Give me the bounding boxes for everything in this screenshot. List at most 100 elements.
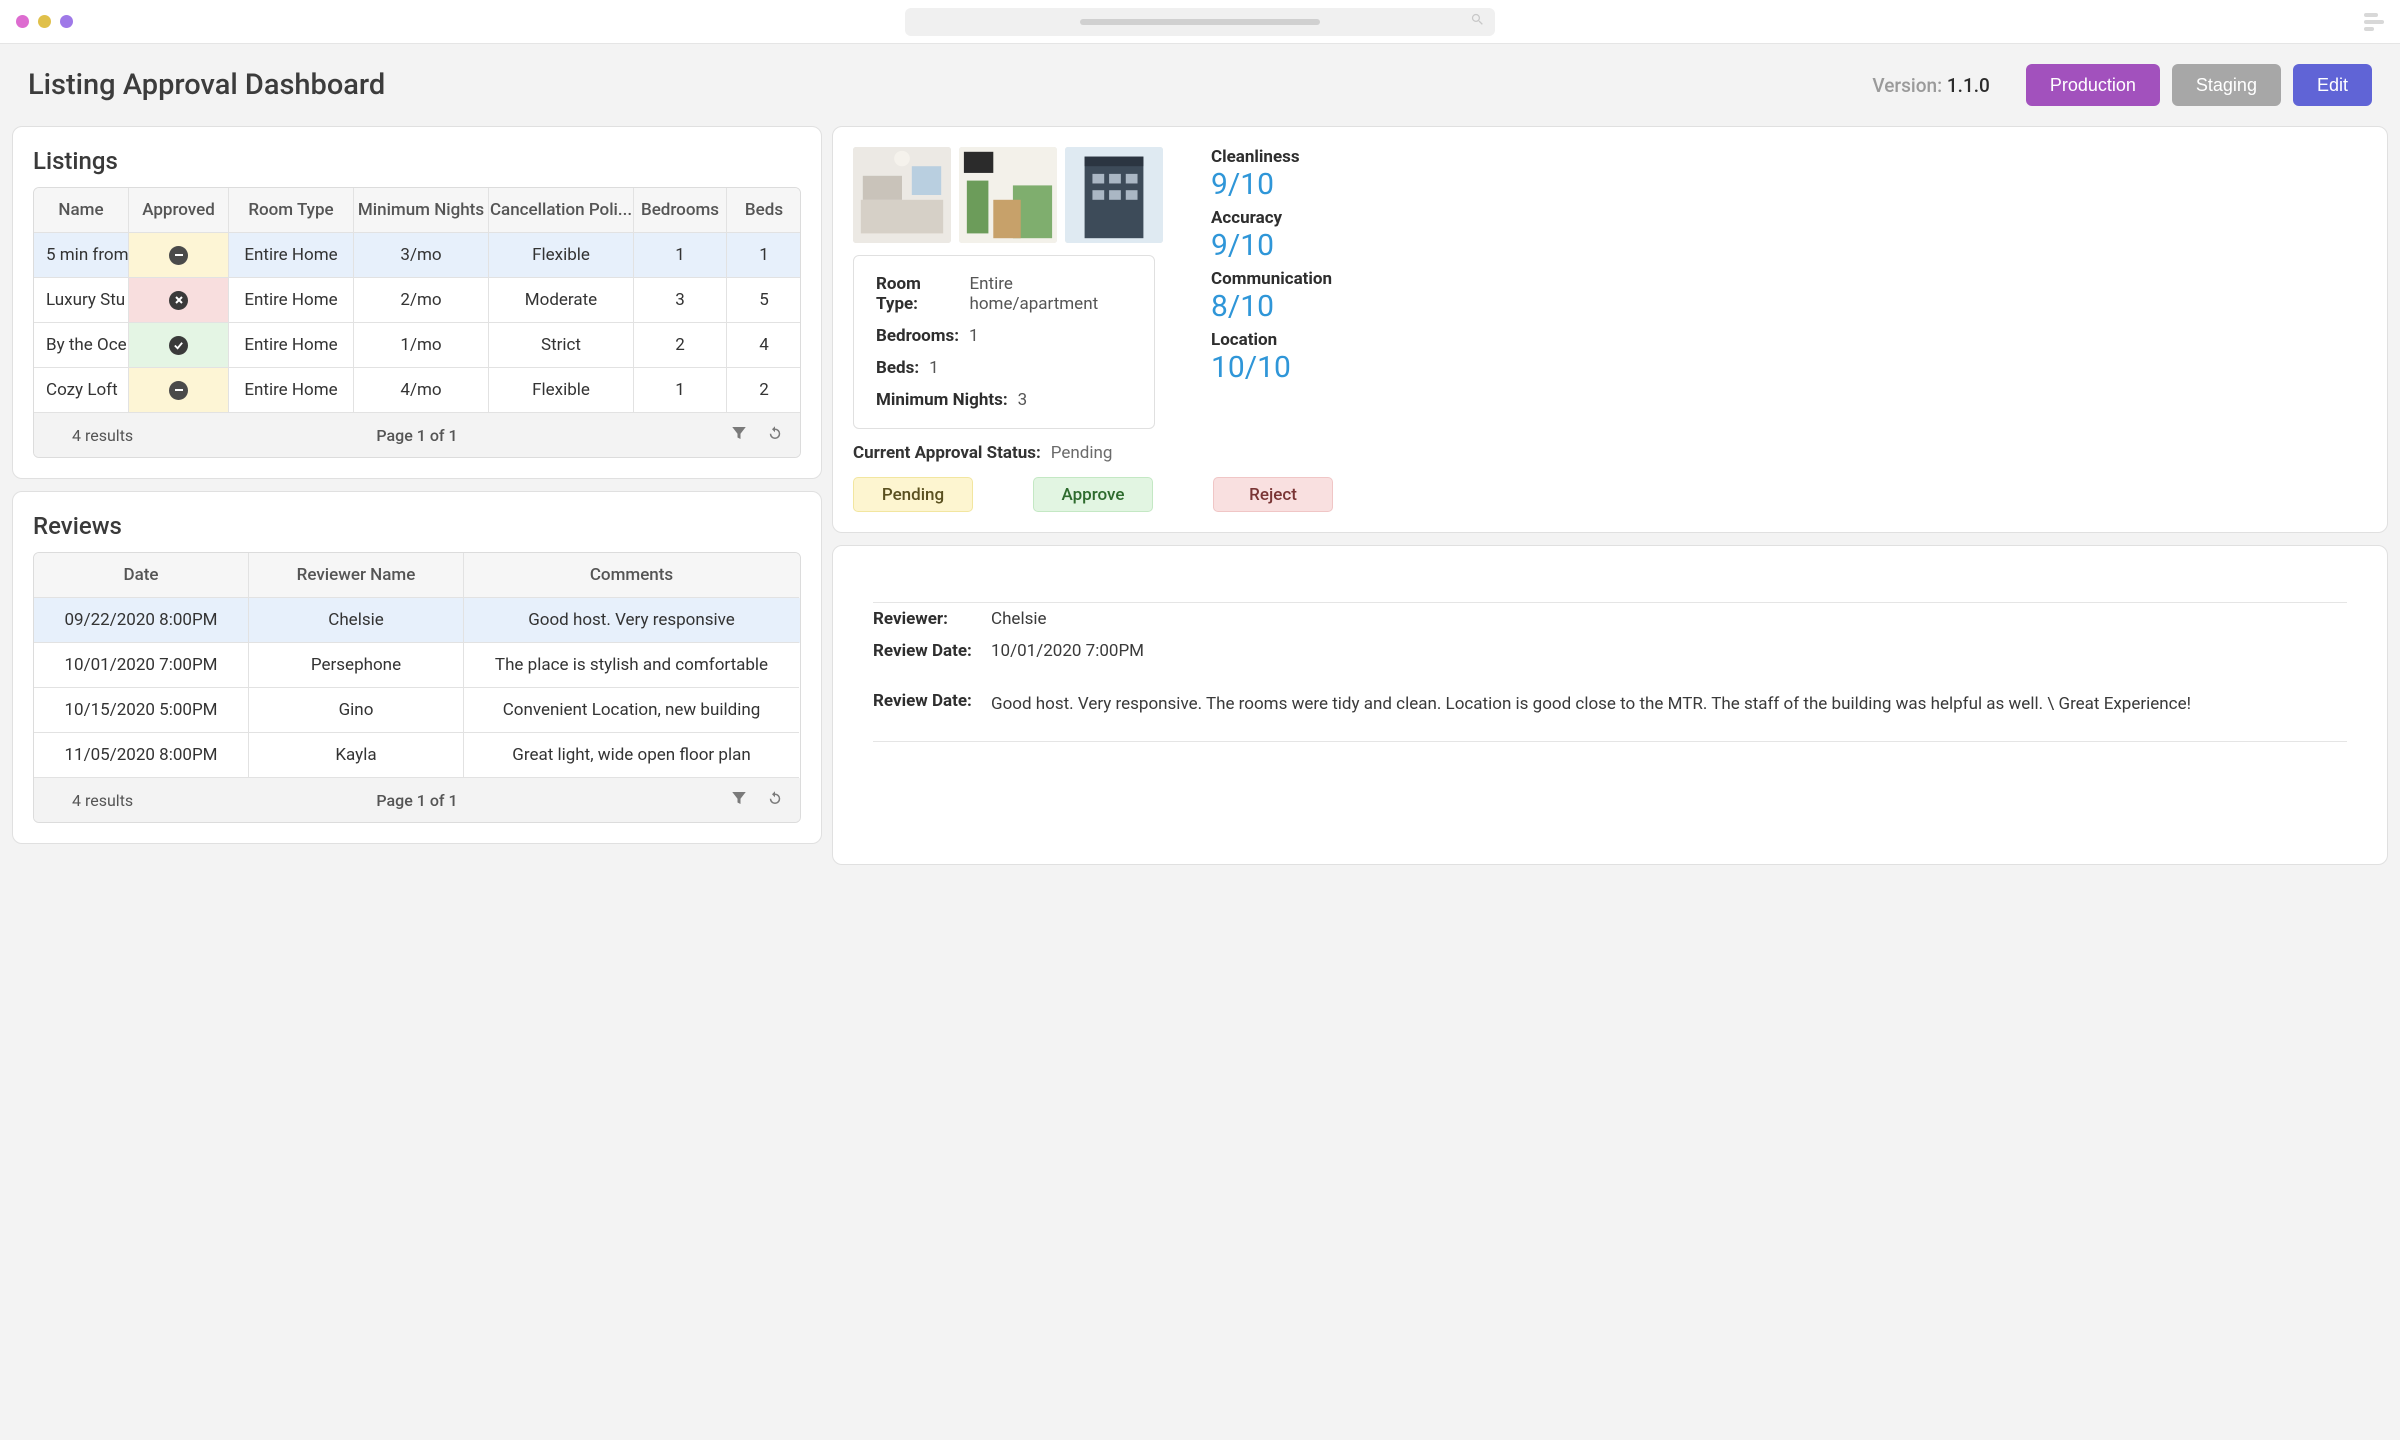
col-reviewer[interactable]: Reviewer Name (249, 553, 464, 598)
cell-room-type: Entire Home (229, 233, 354, 278)
cell-reviewer: Gino (249, 688, 464, 733)
edit-button[interactable]: Edit (2293, 64, 2372, 106)
pending-button[interactable]: Pending (853, 477, 973, 512)
min-nights-value: 3 (1018, 390, 1028, 410)
cell-bedrooms: 1 (634, 233, 727, 278)
col-bedrooms[interactable]: Bedrooms (634, 188, 727, 233)
approved-icon (169, 336, 188, 355)
score-cleanliness-label: Cleanliness (1211, 147, 2367, 167)
cell-comments: Convenient Location, new building (464, 688, 799, 733)
approval-actions: Pending Approve Reject (853, 477, 2367, 512)
col-room-type[interactable]: Room Type (229, 188, 354, 233)
score-communication-value: 8/10 (1211, 289, 2367, 324)
cell-min-nights: 1/mo (354, 323, 489, 368)
reviews-page-info: Page 1 of 1 (376, 791, 457, 810)
table-row[interactable]: Luxury StuEntire Home2/moModerate35 (34, 278, 800, 323)
cell-approved (129, 323, 229, 368)
traffic-lights (16, 15, 73, 28)
score-cleanliness-value: 9/10 (1211, 167, 2367, 202)
score-accuracy-value: 9/10 (1211, 228, 2367, 263)
refresh-icon[interactable] (766, 788, 784, 812)
listings-title: Listings (33, 147, 801, 175)
score-communication-label: Communication (1211, 269, 2367, 289)
cell-min-nights: 3/mo (354, 233, 489, 278)
cell-bedrooms: 2 (634, 323, 727, 368)
listings-footer: 4 results Page 1 of 1 (34, 413, 800, 457)
review-date-value: 10/01/2020 7:00PM (991, 641, 2347, 661)
cell-cancellation: Flexible (489, 233, 634, 278)
cell-room-type: Entire Home (229, 323, 354, 368)
table-row[interactable]: 09/22/2020 8:00PMChelsieGood host. Very … (34, 598, 800, 643)
col-beds[interactable]: Beds (727, 188, 801, 233)
minimize-window-icon[interactable] (38, 15, 51, 28)
approve-button[interactable]: Approve (1033, 477, 1153, 512)
beds-value: 1 (929, 358, 939, 378)
approval-status: Current Approval Status: Pending (853, 443, 2367, 463)
table-row[interactable]: 10/01/2020 7:00PMPersephoneThe place is … (34, 643, 800, 688)
reviewer-value: Chelsie (991, 609, 2347, 629)
maximize-window-icon[interactable] (60, 15, 73, 28)
close-window-icon[interactable] (16, 15, 29, 28)
cell-reviewer: Persephone (249, 643, 464, 688)
address-bar[interactable] (905, 8, 1495, 36)
cell-bedrooms: 3 (634, 278, 727, 323)
table-row[interactable]: 11/05/2020 8:00PMKaylaGreat light, wide … (34, 733, 800, 778)
staging-button[interactable]: Staging (2172, 64, 2281, 106)
version-label: Version: 1.1.0 (1872, 74, 1989, 97)
reviews-header-row: Date Reviewer Name Comments (34, 553, 800, 598)
cell-beds: 2 (727, 368, 801, 413)
listings-card: Listings Name Approved Room Type Minimum… (12, 126, 822, 479)
pending-icon (169, 381, 188, 400)
room-type-label: Room Type: (876, 274, 960, 314)
col-comments[interactable]: Comments (464, 553, 799, 598)
table-row[interactable]: 10/15/2020 5:00PMGinoConvenient Location… (34, 688, 800, 733)
cell-min-nights: 2/mo (354, 278, 489, 323)
table-row[interactable]: 5 min fromEntire Home3/moFlexible11 (34, 233, 800, 278)
filter-icon[interactable] (730, 788, 748, 812)
reject-button[interactable]: Reject (1213, 477, 1333, 512)
bedrooms-label: Bedrooms: (876, 326, 959, 346)
review-detail-card: Reviewer:Chelsie Review Date:10/01/2020 … (832, 545, 2388, 865)
min-nights-label: Minimum Nights: (876, 390, 1008, 410)
cell-comments: Good host. Very responsive (464, 598, 799, 643)
table-row[interactable]: By the OceEntire Home1/moStrict24 (34, 323, 800, 368)
thumbnail-3[interactable] (1065, 147, 1163, 243)
cell-beds: 4 (727, 323, 801, 368)
cell-bedrooms: 1 (634, 368, 727, 413)
cell-date: 09/22/2020 8:00PM (34, 598, 249, 643)
beds-label: Beds: (876, 358, 919, 378)
search-icon[interactable] (1470, 12, 1485, 31)
rating-scores: Cleanliness9/10 Accuracy9/10 Communicati… (1211, 147, 2367, 429)
score-location-label: Location (1211, 330, 2367, 350)
listing-thumbnails (853, 147, 1163, 243)
cell-cancellation: Moderate (489, 278, 634, 323)
listings-results: 4 results (72, 426, 133, 445)
cell-cancellation: Flexible (489, 368, 634, 413)
menu-icon[interactable] (2364, 13, 2384, 31)
col-name[interactable]: Name (34, 188, 129, 233)
filter-icon[interactable] (730, 423, 748, 447)
refresh-icon[interactable] (766, 423, 784, 447)
reviewer-label: Reviewer: (873, 609, 991, 629)
cell-name: Cozy Loft (34, 368, 129, 413)
cell-beds: 1 (727, 233, 801, 278)
production-button[interactable]: Production (2026, 64, 2160, 106)
col-approved[interactable]: Approved (129, 188, 229, 233)
cell-date: 10/01/2020 7:00PM (34, 643, 249, 688)
cell-min-nights: 4/mo (354, 368, 489, 413)
col-min-nights[interactable]: Minimum Nights (354, 188, 489, 233)
review-body-value: Good host. Very responsive. The rooms we… (991, 691, 2347, 717)
col-date[interactable]: Date (34, 553, 249, 598)
reviews-footer: 4 results Page 1 of 1 (34, 778, 800, 822)
listings-header-row: Name Approved Room Type Minimum Nights C… (34, 188, 800, 233)
cell-comments: Great light, wide open floor plan (464, 733, 799, 778)
thumbnail-2[interactable] (959, 147, 1057, 243)
score-accuracy-label: Accuracy (1211, 208, 2367, 228)
listings-page-info: Page 1 of 1 (376, 426, 457, 445)
window-chrome (0, 0, 2400, 44)
cell-name: Luxury Stu (34, 278, 129, 323)
col-cancellation[interactable]: Cancellation Poli... (489, 188, 634, 233)
table-row[interactable]: Cozy LoftEntire Home4/moFlexible12 (34, 368, 800, 413)
thumbnail-1[interactable] (853, 147, 951, 243)
cell-name: 5 min from (34, 233, 129, 278)
